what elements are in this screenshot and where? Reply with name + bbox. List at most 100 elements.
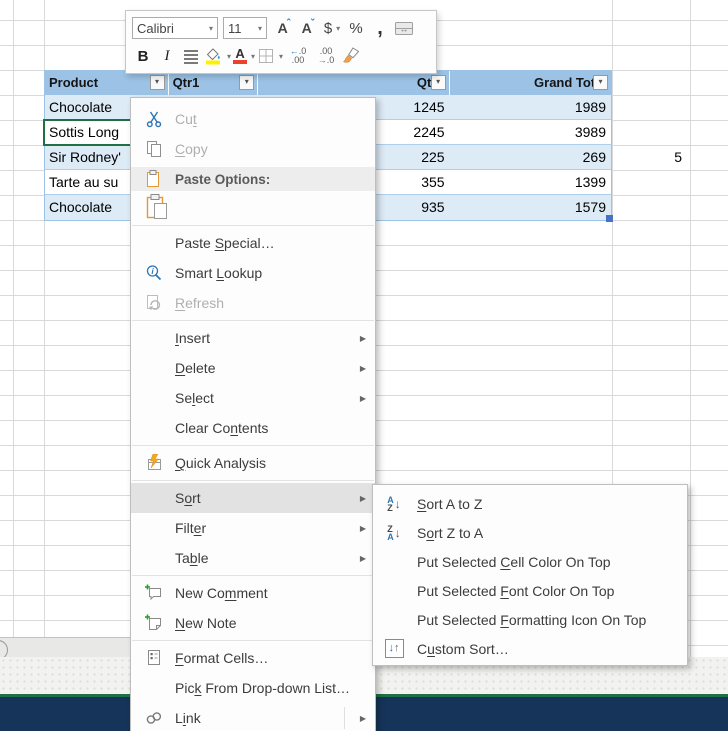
menu-item-link[interactable]: Link▶ [131,703,375,731]
column-header-qtr2[interactable]: Qtr2▾ [258,71,449,95]
caret-down-icon: ˇ [311,18,315,30]
menu-item-label: Copy [175,141,208,157]
column-header-qtr1[interactable]: Qtr1▾ [169,71,259,95]
submenu-split-divider [344,707,345,729]
column-header-grand-total[interactable]: Grand Total▾ [450,71,611,95]
paste-button[interactable] [143,193,171,221]
submenu-item-sort-a-to-z[interactable]: AZ↓Sort A to Z [373,489,687,518]
menu-item-label: Format Cells… [175,650,268,666]
cell-grand_total[interactable]: 1989 [450,95,611,119]
menu-item-filter[interactable]: Filter ▶ [131,513,375,543]
submenu-item-put-selected-formatting-icon-on-top[interactable]: Put Selected Formatting Icon On Top [373,605,687,634]
menu-item-quick-analysis[interactable]: Quick Analysis [131,448,375,478]
menu-item-select[interactable]: Select▶ [131,383,375,413]
menu-item-label: Paste Special… [175,235,275,251]
font-color-icon: A [233,48,247,64]
menu-item-new-comment[interactable]: New Comment [131,578,375,608]
menu-item-label: Pick From Drop-down List… [175,680,350,696]
submenu-arrow-icon: ▶ [360,334,366,343]
menu-item-refresh: Refresh [131,288,375,318]
filter-dropdown-icon[interactable]: ▾ [239,75,254,90]
percent-style-button[interactable]: % [345,16,367,40]
submenu-item-sort-z-to-a[interactable]: ZA↓Sort Z to A [373,518,687,547]
cell-grand_total[interactable]: 269 [450,145,611,169]
column-header-product[interactable]: Product ▾ [45,71,169,95]
submenu-arrow-icon: ▶ [360,714,366,723]
format-cells-icon [141,649,167,667]
column-header-label: Product [49,75,98,90]
caret-up-icon: ˆ [287,18,291,30]
grow-font-button[interactable]: A ˆ [273,16,295,40]
column-gridline [690,0,691,660]
menu-separator [132,480,374,481]
italic-button[interactable]: I [156,44,178,68]
filter-dropdown-icon[interactable]: ▾ [431,75,446,90]
context-menu: CutCopyPaste Options:Paste Special…iSmar… [130,97,376,731]
submenu-arrow-icon: ▶ [360,554,366,563]
submenu-item-custom-sort[interactable]: ↓↑Custom Sort… [373,634,687,663]
decrease-decimal-button[interactable]: .00 →.0 [313,44,339,68]
font-name-select[interactable]: Calibri ▾ [132,17,218,39]
decrease-decimal-icon: .00 →.0 [313,47,339,65]
partial-circle-decoration [0,640,8,658]
bold-button[interactable]: B [132,44,154,68]
menu-item-insert[interactable]: Insert ▶ [131,323,375,353]
sheet-tab-strip [0,637,130,658]
merge-center-icon[interactable]: ↔ [393,16,415,40]
quick-analysis-icon [141,454,167,472]
menu-item-label: Refresh [175,295,224,311]
menu-item-paste-special[interactable]: Paste Special… [131,228,375,258]
comma-style-button[interactable]: , [369,16,391,40]
cell-grand_total[interactable]: 1399 [450,170,611,194]
increase-decimal-icon: ←.0 .00 [285,47,311,65]
font-size-select[interactable]: 11 ▾ [223,17,267,39]
format-painter-icon[interactable] [341,44,363,68]
filter-dropdown-icon[interactable]: ▾ [150,75,165,90]
smart-lookup-icon: i [141,264,167,282]
filter-dropdown-icon[interactable]: ▾ [593,75,608,90]
submenu-item-label: Put Selected Cell Color On Top [417,554,611,570]
borders-button[interactable]: ▾ [257,44,283,68]
menu-item-label: Cut [175,111,197,127]
mini-toolbar-row-1: Calibri ▾ 11 ▾ A ˆ A ˇ $ ▾ % [132,14,430,42]
menu-item-label: New Note [175,615,236,631]
menu-item-delete[interactable]: Delete▶ [131,353,375,383]
cell-grand_total[interactable]: 3989 [450,120,611,144]
sort-az-icon: AZ↓ [381,496,407,512]
submenu-item-label: Put Selected Formatting Icon On Top [417,612,646,628]
align-center-icon[interactable] [180,44,202,68]
fill-color-button[interactable]: ▾ [204,44,231,68]
menu-separator [132,575,374,576]
menu-item-new-note[interactable]: New Note [131,608,375,638]
menu-item-label: Filter [175,520,206,536]
cell-grand_total[interactable]: 1579 [450,195,611,220]
menu-item-label: Smart Lookup [175,265,262,281]
cell-outside-table[interactable]: 5 [612,145,688,170]
column-gridline [13,0,14,660]
menu-item-smart-lookup[interactable]: i Smart Lookup [131,258,375,288]
font-name-value: Calibri [137,21,174,36]
chevron-down-icon: ▾ [227,52,231,61]
menu-separator [132,640,374,641]
increase-decimal-button[interactable]: ←.0 .00 [285,44,311,68]
paste-options-row [131,191,375,223]
submenu-item-put-selected-font-color-on-top[interactable]: Put Selected Font Color On Top [373,576,687,605]
chevron-down-icon: ▾ [251,52,255,61]
menu-item-table[interactable]: Table▶ [131,543,375,573]
menu-item-pick-from-dropdown-list[interactable]: Pick From Drop-down List… [131,673,375,703]
submenu-item-put-selected-cell-color-on-top[interactable]: Put Selected Cell Color On Top [373,547,687,576]
menu-item-sort[interactable]: Sort ▶ [131,483,375,513]
font-color-button[interactable]: A ▾ [233,44,255,68]
submenu-item-label: Custom Sort… [417,641,509,657]
shrink-font-button[interactable]: A ˇ [297,16,319,40]
excel-screen: Product▾Qtr1▾Qtr2▾Grand Total▾ Chocolate… [0,0,728,731]
menu-item-clear-contents[interactable]: Clear Contents [131,413,375,443]
menu-item-label: Insert [175,330,210,346]
accounting-format-button[interactable]: $ ▾ [321,16,343,40]
menu-item-label: Sort [175,490,201,506]
submenu-item-label: Put Selected Font Color On Top [417,583,614,599]
submenu-arrow-icon: ▶ [360,494,366,503]
submenu-arrow-icon: ▶ [360,524,366,533]
menu-item-format-cells[interactable]: Format Cells… [131,643,375,673]
fill-handle[interactable] [606,215,613,222]
